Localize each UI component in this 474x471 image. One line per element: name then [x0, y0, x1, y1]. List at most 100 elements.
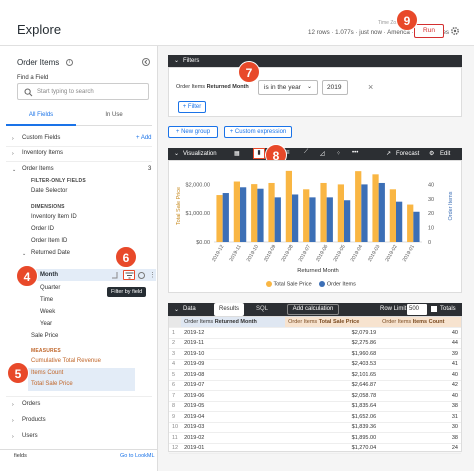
- remove-filter-icon[interactable]: ×: [368, 82, 378, 92]
- returned-month-cell: 2019-07: [181, 380, 286, 391]
- field-week[interactable]: Week: [40, 309, 55, 315]
- field-quarter[interactable]: Quarter: [40, 285, 60, 291]
- table-row: 9 2019-04 $1,652.06 31: [169, 411, 461, 423]
- tab-in-use[interactable]: In Use: [76, 112, 152, 126]
- legend-swatch-order-items: [319, 281, 326, 287]
- column-header-items-count[interactable]: Order Items Items Count: [379, 317, 461, 328]
- forecast-icon[interactable]: ↗: [386, 150, 391, 157]
- visualization-header[interactable]: ⌄ Visualization ▦ ▮ ≡ ⟋ ◿ ⁘ ••• ↗ Foreca…: [168, 148, 462, 160]
- view-orders[interactable]: Orders: [22, 401, 40, 407]
- x-tick-label: 2019-11: [229, 244, 243, 263]
- column-header-total-sale-price[interactable]: Order Items Total Sale Price: [285, 317, 380, 328]
- collapse-sidebar-icon[interactable]: [142, 58, 150, 66]
- info-icon[interactable]: i: [66, 59, 73, 66]
- view-products[interactable]: Products: [22, 417, 46, 423]
- row-number: 5: [169, 369, 182, 381]
- expand-caret-icon[interactable]: ›: [12, 434, 14, 440]
- more-charts-icon[interactable]: •••: [352, 150, 358, 156]
- new-group-button[interactable]: + New group: [168, 126, 218, 138]
- totals-checkbox[interactable]: [431, 306, 437, 312]
- field-items-count[interactable]: Items Count: [31, 370, 63, 376]
- filter-field-label: Order Items Returned Month: [176, 84, 249, 90]
- group-returned-date[interactable]: Returned Date: [31, 250, 70, 256]
- column-header-returned-month[interactable]: Order Items Returned Month: [181, 317, 286, 328]
- forecast-label[interactable]: Forecast: [396, 151, 419, 157]
- field-order-item-id[interactable]: Order Item ID: [31, 238, 67, 244]
- scatter-chart-icon[interactable]: ⁘: [336, 150, 341, 157]
- add-filter-button[interactable]: + Filter: [178, 101, 206, 113]
- column-chart-icon[interactable]: ▮: [253, 148, 265, 159]
- view-users[interactable]: Users: [22, 433, 38, 439]
- collapse-caret-icon[interactable]: ⌄: [174, 306, 179, 313]
- filters-header[interactable]: ⌄ Filters: [168, 55, 462, 67]
- bar-total-sale-price: [355, 171, 362, 242]
- add-custom-field-link[interactable]: + Add: [136, 135, 152, 141]
- bar-total-sale-price: [233, 181, 240, 242]
- returned-month-cell: 2019-01: [181, 443, 286, 454]
- dimensions-heading: DIMENSIONS: [31, 204, 65, 210]
- expand-caret-icon[interactable]: ›: [12, 136, 14, 142]
- visualization-title: Visualization: [183, 151, 217, 157]
- expand-caret-icon[interactable]: ›: [12, 151, 14, 157]
- collapse-caret-icon[interactable]: ⌄: [12, 167, 16, 173]
- total-sale-price-cell: $1,839.36: [285, 422, 380, 433]
- collapse-caret-icon[interactable]: ⌄: [174, 57, 179, 64]
- settings-icon[interactable]: ⚙: [429, 150, 434, 157]
- items-count-cell: 40: [379, 369, 461, 381]
- tab-all-fields[interactable]: All Fields: [6, 112, 76, 126]
- field-inventory-item-id[interactable]: Inventory Item ID: [31, 214, 77, 220]
- field-year[interactable]: Year: [40, 321, 52, 327]
- tab-sql[interactable]: SQL: [256, 306, 268, 312]
- info-icon[interactable]: [138, 272, 145, 279]
- bar-order-items: [378, 182, 385, 242]
- x-tick-label: 2019-08: [280, 244, 294, 263]
- view-custom-fields[interactable]: Custom Fields: [22, 135, 60, 141]
- field-time[interactable]: Time: [40, 297, 53, 303]
- field-sale-price[interactable]: Sale Price: [31, 333, 58, 339]
- filters-title: Filters: [183, 58, 200, 64]
- chevron-down-icon: ⌄: [306, 84, 312, 90]
- filter-tooltip: Filter by field: [107, 287, 147, 297]
- col2-name: Total Sale Price: [318, 319, 360, 325]
- field-cumulative-total-revenue[interactable]: Cumulative Total Revenue: [31, 358, 101, 364]
- table-row: 4 2019-09 $2,403.53 41: [169, 359, 461, 370]
- x-tick-label: 2019-07: [298, 244, 312, 263]
- data-title: Data: [183, 306, 196, 312]
- collapse-caret-icon[interactable]: ⌄: [22, 251, 26, 257]
- items-count-cell: 24: [379, 443, 461, 454]
- field-total-sale-price[interactable]: Total Sale Price: [31, 381, 73, 387]
- field-date-selector[interactable]: Date Selector: [31, 188, 67, 194]
- table-row: 11 2019-02 $1,895.00 38: [169, 432, 461, 444]
- area-chart-icon[interactable]: ◿: [320, 150, 325, 157]
- field-order-id[interactable]: Order ID: [31, 226, 54, 232]
- more-options-icon[interactable]: ⋮: [149, 271, 156, 279]
- divider: [0, 449, 158, 450]
- tab-results[interactable]: Results: [214, 303, 244, 316]
- view-inventory-items[interactable]: Inventory Items: [22, 150, 63, 156]
- returned-month-cell: 2019-02: [181, 432, 286, 444]
- custom-expression-button[interactable]: + Custom expression: [224, 126, 292, 138]
- filter-value-input[interactable]: 2019: [322, 80, 348, 95]
- collapse-caret-icon[interactable]: ⌄: [174, 150, 179, 157]
- table-row: 12 2019-01 $1,270.04 24: [169, 443, 461, 454]
- search-icon: [24, 88, 33, 97]
- edit-label[interactable]: Edit: [440, 151, 450, 157]
- run-button[interactable]: Run: [414, 24, 444, 38]
- add-calculation-button[interactable]: Add calculation: [287, 304, 339, 315]
- total-sale-price-cell: $2,646.87: [285, 380, 380, 391]
- field-month[interactable]: Month: [40, 272, 58, 278]
- expand-caret-icon[interactable]: ›: [12, 418, 14, 424]
- row-limit-input[interactable]: 500: [407, 304, 427, 315]
- gear-icon[interactable]: [450, 26, 460, 36]
- line-chart-icon[interactable]: ⟋: [304, 149, 308, 156]
- data-header[interactable]: ⌄ Data Results SQL Add calculation Row L…: [168, 303, 462, 316]
- filter-operator-value: is in the year: [264, 84, 301, 91]
- view-order-items[interactable]: Order Items: [22, 166, 54, 172]
- filter-operator-select[interactable]: is in the year ⌄: [258, 80, 318, 95]
- table-chart-icon[interactable]: ▦: [234, 150, 240, 157]
- expand-caret-icon[interactable]: ›: [12, 402, 14, 408]
- pivot-icon[interactable]: [112, 271, 118, 279]
- filter-by-field-button[interactable]: [123, 270, 135, 280]
- go-to-lookml-link[interactable]: Go to LookML: [120, 453, 155, 459]
- field-search-input[interactable]: Start typing to search: [17, 83, 149, 100]
